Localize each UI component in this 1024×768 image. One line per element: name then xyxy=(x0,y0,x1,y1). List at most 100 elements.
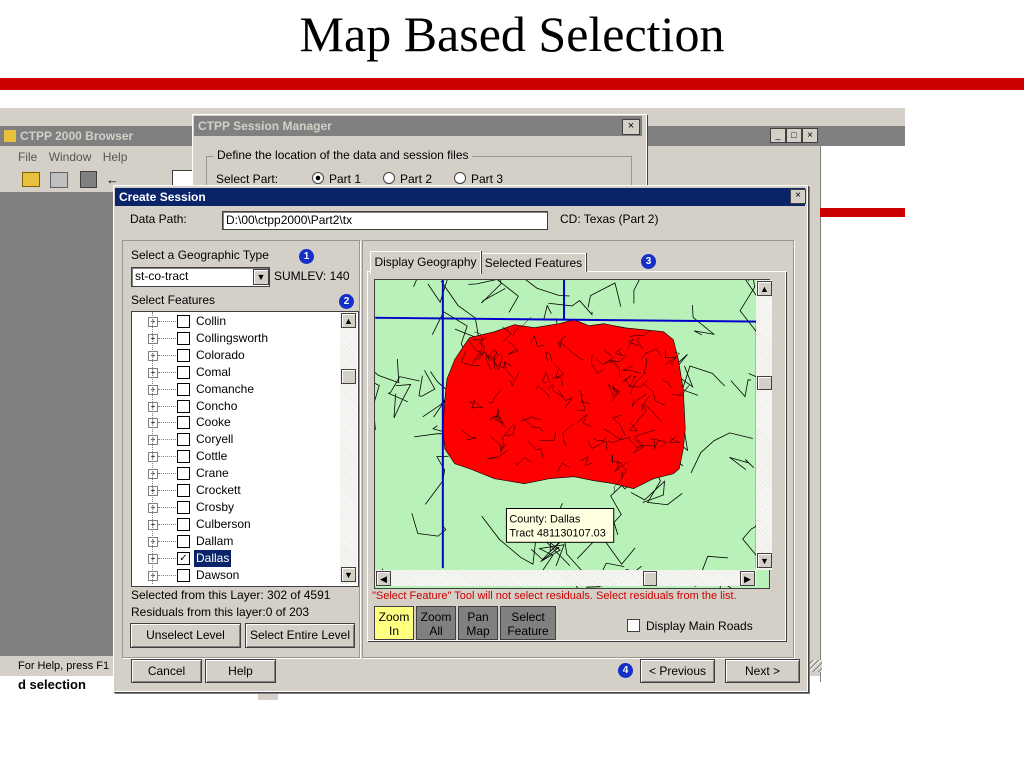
tree-expand-icon[interactable]: + xyxy=(148,317,158,327)
display-main-roads-checkbox[interactable]: Display Main Roads xyxy=(627,619,753,633)
checkbox-icon[interactable] xyxy=(177,450,190,464)
tree-item[interactable]: + Cooke xyxy=(132,414,338,431)
session-manager-close-button[interactable]: × xyxy=(622,119,640,135)
checkbox-icon[interactable] xyxy=(177,568,190,582)
tree-item[interactable]: + Collingsworth xyxy=(132,330,338,347)
geography-map[interactable]: County: Dallas Tract 481130107.03 xyxy=(374,279,770,589)
tree-item[interactable]: + Dallam xyxy=(132,533,338,550)
tree-expand-icon[interactable]: + xyxy=(148,553,158,564)
geo-type-select[interactable]: st-co-tract xyxy=(131,267,270,287)
checkbox-icon[interactable] xyxy=(177,315,190,328)
window-buttons[interactable]: _ □ × xyxy=(770,128,820,144)
tree-expand-icon[interactable]: + xyxy=(148,401,158,412)
checkbox-icon[interactable] xyxy=(177,399,190,413)
tree-item[interactable]: + Dawson xyxy=(132,567,338,584)
scroll-down-icon[interactable]: ▼ xyxy=(757,553,772,568)
help-button[interactable]: Help xyxy=(205,659,276,683)
radio-part-1[interactable]: Part 1 xyxy=(312,172,361,186)
scroll-left-icon[interactable]: ◀ xyxy=(376,571,391,586)
tree-expand-icon[interactable]: + xyxy=(148,333,158,344)
copy-icon[interactable] xyxy=(50,172,68,188)
tree-item[interactable]: + Cottle xyxy=(132,448,338,465)
map-hscroll-track[interactable] xyxy=(375,570,756,586)
tree-scrollbar-track[interactable] xyxy=(340,312,357,584)
scroll-up-icon[interactable]: ▲ xyxy=(757,281,772,296)
tab-display-geography[interactable]: Display Geography xyxy=(370,251,481,274)
radio-part-2[interactable]: Part 2 xyxy=(383,172,432,186)
close-icon[interactable]: × xyxy=(802,128,818,143)
cancel-button[interactable]: Cancel xyxy=(131,659,202,683)
map-tool-zoom-in[interactable]: Zoom In xyxy=(374,606,414,640)
menu-file[interactable]: File xyxy=(18,150,37,164)
tree-expand-icon[interactable]: + xyxy=(148,570,158,581)
tree-item[interactable]: + Culberson xyxy=(132,516,338,533)
radio-part-3[interactable]: Part 3 xyxy=(454,172,503,186)
tree-item[interactable]: + Colorado xyxy=(132,347,338,364)
tree-expand-icon[interactable]: + xyxy=(148,384,158,395)
map-tool-pan-map[interactable]: Pan Map xyxy=(458,606,498,640)
checkbox-icon[interactable] xyxy=(177,382,190,396)
select-entire-level-button[interactable]: Select Entire Level xyxy=(245,623,355,648)
menu-window[interactable]: Window xyxy=(49,150,92,164)
tree-item[interactable]: + Crosby xyxy=(132,499,338,516)
map-tool-select-feature[interactable]: Select Feature xyxy=(500,606,556,640)
tree-expand-icon[interactable]: + xyxy=(148,452,158,463)
map-vscroll-track[interactable] xyxy=(756,280,772,570)
resize-grip-icon[interactable] xyxy=(810,660,822,672)
tree-item[interactable]: + Crane xyxy=(132,465,338,482)
tree-item[interactable]: + ✓ Dallas xyxy=(132,549,338,567)
tree-item[interactable]: + Collin xyxy=(132,313,338,330)
scroll-down-icon[interactable]: ▼ xyxy=(341,567,356,582)
tree-item[interactable]: + Comal xyxy=(132,364,338,381)
checkbox-icon[interactable] xyxy=(177,517,190,531)
feature-tree[interactable]: + Collin + Collingsworth + Colorado + Comal + Com… xyxy=(131,311,359,587)
tree-item-label: Colorado xyxy=(196,347,245,362)
tree-expand-icon[interactable]: + xyxy=(148,350,158,361)
create-session-close-button[interactable]: × xyxy=(790,189,806,204)
scroll-right-icon[interactable]: ▶ xyxy=(740,571,755,586)
dropdown-arrow-icon[interactable]: ▼ xyxy=(253,269,269,285)
scroll-up-icon[interactable]: ▲ xyxy=(341,313,356,328)
open-folder-icon[interactable] xyxy=(22,172,40,187)
minimize-icon[interactable]: _ xyxy=(770,128,786,143)
checkbox-icon[interactable] xyxy=(177,500,190,514)
tree-connector xyxy=(158,456,176,458)
tree-expand-icon[interactable]: + xyxy=(148,367,158,378)
map-vscroll-thumb[interactable] xyxy=(757,376,772,390)
checkbox-icon[interactable] xyxy=(177,534,190,548)
tree-scrollbar-thumb[interactable] xyxy=(341,369,356,384)
previous-button[interactable]: < Previous xyxy=(640,659,715,683)
tree-item[interactable]: + Comanche xyxy=(132,381,338,398)
next-button[interactable]: Next > xyxy=(725,659,800,683)
tree-expand-icon[interactable]: + xyxy=(148,435,158,446)
data-path-input[interactable]: D:\00\ctpp2000\Part2\tx xyxy=(222,211,548,230)
tab-selected-features[interactable]: Selected Features xyxy=(481,253,586,272)
checkbox-icon[interactable] xyxy=(177,433,190,447)
tree-item[interactable]: + Concho xyxy=(132,398,338,415)
map-hscroll-thumb[interactable] xyxy=(643,571,657,586)
tree-item[interactable]: + Crockett xyxy=(132,482,338,499)
tree-expand-icon[interactable]: + xyxy=(148,418,158,429)
checkbox-icon[interactable] xyxy=(177,416,190,430)
checkbox-icon[interactable] xyxy=(177,348,190,362)
checkbox-icon[interactable] xyxy=(177,467,190,481)
tree-item-label: Crosby xyxy=(196,499,235,514)
menu-help[interactable]: Help xyxy=(103,150,128,164)
tree-expand-icon[interactable]: + xyxy=(148,502,158,513)
tree-item[interactable]: + Coryell xyxy=(132,431,338,448)
tree-expand-icon[interactable]: + xyxy=(148,469,158,480)
checkbox-icon[interactable]: ✓ xyxy=(177,551,190,565)
checkbox-icon[interactable] xyxy=(177,484,190,497)
checkbox-icon[interactable] xyxy=(177,331,190,345)
app-icon xyxy=(4,130,16,142)
tree-expand-icon[interactable]: + xyxy=(148,486,158,496)
right-red-line xyxy=(820,208,905,217)
maximize-icon[interactable]: □ xyxy=(786,128,802,143)
tree-expand-icon[interactable]: + xyxy=(148,536,158,547)
unselect-level-button[interactable]: Unselect Level xyxy=(130,623,241,648)
map-tool-zoom-all[interactable]: Zoom All xyxy=(416,606,456,640)
grid-icon[interactable] xyxy=(80,171,97,188)
browser-title-text: CTPP 2000 Browser xyxy=(20,129,134,143)
tree-expand-icon[interactable]: + xyxy=(148,519,158,530)
checkbox-icon[interactable] xyxy=(177,365,190,379)
